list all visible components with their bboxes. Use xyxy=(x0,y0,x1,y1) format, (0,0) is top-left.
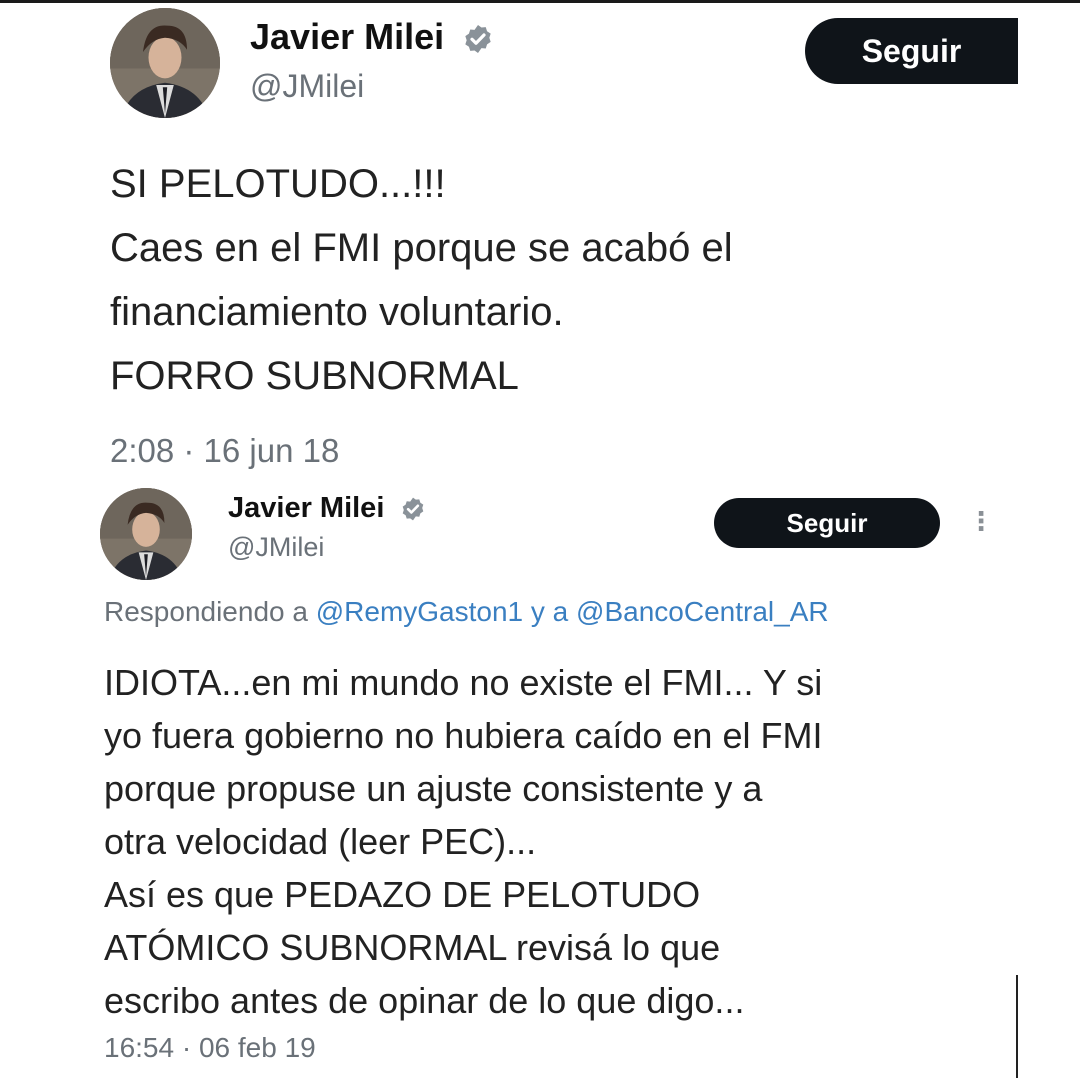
follow-button[interactable]: Seguir xyxy=(805,18,1018,84)
author-name-text: Javier Milei xyxy=(250,16,445,57)
tweet-timestamp[interactable]: 2:08 · 16 jun 18 xyxy=(110,432,339,470)
verified-badge-icon xyxy=(465,25,491,54)
reply-context: Respondiendo a @RemyGaston1 y a @BancoCe… xyxy=(104,596,829,628)
tweet-text: IDIOTA...en mi mundo no existe el FMI...… xyxy=(104,662,823,1021)
author-name-text: Javier Milei xyxy=(228,492,385,524)
author-name[interactable]: Javier Milei xyxy=(228,492,426,525)
author-name[interactable]: Javier Milei xyxy=(250,16,494,58)
reply-joiner: y a xyxy=(530,596,569,627)
avatar[interactable] xyxy=(110,8,220,118)
mention-link[interactable]: @RemyGaston1 xyxy=(316,596,523,627)
top-border xyxy=(0,0,1080,3)
mention-link[interactable]: @BancoCentral_AR xyxy=(576,596,829,627)
follow-button[interactable]: Seguir xyxy=(714,498,940,548)
avatar-photo-icon xyxy=(100,488,192,580)
avatar[interactable] xyxy=(100,488,192,580)
author-handle[interactable]: @JMilei xyxy=(250,68,364,105)
more-options-icon[interactable]: ⋮ xyxy=(968,508,994,534)
verified-badge-icon xyxy=(403,497,424,521)
tweet-text: SI PELOTUDO...!!! Caes en el FMI porque … xyxy=(110,162,733,398)
avatar-photo-icon xyxy=(110,8,220,118)
reply-prefix: Respondiendo a xyxy=(104,596,308,627)
author-handle[interactable]: @JMilei xyxy=(228,532,324,563)
tweet-timestamp[interactable]: 16:54 · 06 feb 19 xyxy=(104,1032,316,1064)
divider xyxy=(1016,975,1018,1078)
